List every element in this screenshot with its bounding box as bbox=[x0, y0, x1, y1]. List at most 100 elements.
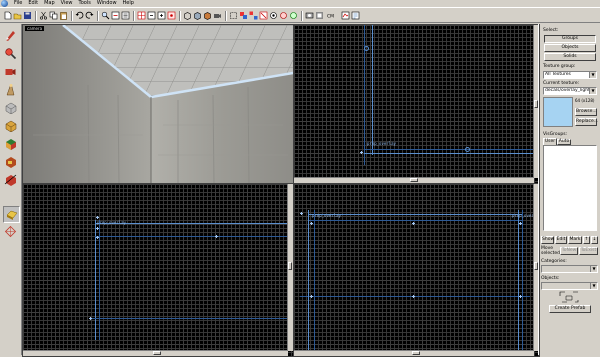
make-hollow-icon[interactable] bbox=[315, 11, 324, 20]
select-by-handles-icon[interactable] bbox=[229, 11, 238, 20]
overlay-tool-icon[interactable] bbox=[3, 206, 20, 223]
move-selected-label: Move selected: bbox=[541, 246, 562, 256]
side-2d-viewport[interactable]: prop_overlay prop_overlay bbox=[293, 183, 540, 357]
hide-selected-icon[interactable] bbox=[269, 11, 278, 20]
grid bbox=[23, 184, 293, 356]
menu-file[interactable]: File bbox=[11, 0, 25, 7]
object-label: prop_overlay bbox=[367, 141, 396, 146]
menu-view[interactable]: View bbox=[58, 0, 76, 7]
chevron-down-icon: ▼ bbox=[589, 88, 596, 94]
toggle-grid-icon[interactable] bbox=[137, 11, 146, 20]
camera-scene bbox=[23, 25, 293, 183]
find-icon[interactable] bbox=[101, 11, 110, 20]
create-prefab-button[interactable]: Create Prefab bbox=[549, 305, 591, 313]
texture-preview bbox=[543, 97, 573, 127]
texture-group-select[interactable]: All Textures ▼ bbox=[543, 71, 597, 79]
objects-label: Objects: bbox=[541, 276, 560, 281]
selection-tool-icon[interactable] bbox=[3, 28, 18, 43]
new-file-icon[interactable] bbox=[3, 11, 12, 20]
horizontal-scrollbar[interactable] bbox=[294, 350, 534, 356]
right-panel: Select: Groups Objects Solids Texture gr… bbox=[538, 24, 600, 355]
cut-icon[interactable] bbox=[39, 11, 48, 20]
object-label: prop_overlay bbox=[97, 220, 126, 225]
larger-grid-icon[interactable] bbox=[157, 11, 166, 20]
decal-tool-icon[interactable] bbox=[3, 154, 18, 169]
prefab-preview-icon bbox=[557, 290, 581, 304]
chevron-down-icon: ▼ bbox=[589, 72, 596, 78]
textured-icon[interactable] bbox=[203, 11, 212, 20]
snap-to-grid-icon[interactable] bbox=[167, 11, 176, 20]
solids-button[interactable]: Solids bbox=[544, 53, 596, 61]
menu-edit[interactable]: Edit bbox=[25, 0, 41, 7]
texture-group-value: All Textures bbox=[545, 72, 571, 77]
hide-unselected-icon[interactable] bbox=[279, 11, 288, 20]
block-tool-icon[interactable] bbox=[3, 100, 18, 115]
move-down-button[interactable]: ↓ bbox=[591, 236, 598, 244]
entity-tool-icon[interactable] bbox=[3, 82, 18, 97]
texture-application-icon[interactable] bbox=[3, 118, 18, 133]
move-up-button[interactable]: ↑ bbox=[583, 236, 590, 244]
overlay-handle[interactable] bbox=[364, 46, 369, 51]
camera-viewport[interactable]: camera bbox=[22, 24, 294, 184]
chevron-down-icon: ▼ bbox=[590, 283, 597, 289]
top-2d-viewport[interactable]: prop_overlay bbox=[293, 24, 540, 184]
browse-button[interactable]: Browse... bbox=[575, 108, 597, 116]
ignore-groups-icon[interactable] bbox=[259, 11, 268, 20]
select-label: Select: bbox=[543, 28, 559, 33]
menu-window[interactable]: Window bbox=[94, 0, 120, 7]
chevron-down-icon: ▼ bbox=[590, 266, 597, 272]
grid bbox=[294, 184, 539, 356]
show-button[interactable]: Show bbox=[541, 236, 554, 244]
menu-tools[interactable]: Tools bbox=[76, 0, 94, 7]
toexist-button[interactable]: ToExist bbox=[579, 247, 598, 255]
vertex-manipulation-icon[interactable] bbox=[3, 224, 18, 239]
hammer-app-icon[interactable] bbox=[1, 0, 8, 7]
paste-icon[interactable] bbox=[59, 11, 68, 20]
current-texture-label: Current texture: bbox=[543, 81, 580, 86]
grid bbox=[294, 25, 539, 183]
tonew-button[interactable]: ToNew bbox=[560, 247, 578, 255]
group-icon[interactable] bbox=[239, 11, 248, 20]
visgroups-list[interactable] bbox=[543, 145, 597, 231]
ungroup-icon[interactable] bbox=[249, 11, 258, 20]
categories-select[interactable]: ▼ bbox=[541, 265, 598, 273]
replace-button[interactable]: Replace... bbox=[575, 118, 598, 126]
camera-view-icon[interactable] bbox=[213, 11, 222, 20]
redo-icon[interactable] bbox=[85, 11, 94, 20]
objects-select[interactable]: ▼ bbox=[541, 282, 598, 290]
svg-text:CM: CM bbox=[327, 13, 334, 19]
edit-button[interactable]: Edit bbox=[555, 236, 567, 244]
copy-icon[interactable] bbox=[49, 11, 58, 20]
horizontal-scrollbar[interactable] bbox=[23, 350, 288, 356]
magnify-tool-icon[interactable] bbox=[3, 46, 18, 61]
apply-current-texture-icon[interactable] bbox=[3, 136, 18, 151]
flat-shaded-icon[interactable] bbox=[193, 11, 202, 20]
current-texture-select[interactable]: decals/overlay_light_p ▼ bbox=[543, 87, 597, 95]
wireframe-icon[interactable] bbox=[183, 11, 192, 20]
menu-map[interactable]: Map bbox=[41, 0, 58, 7]
open-folder-icon[interactable] bbox=[13, 11, 22, 20]
menu-bar: File Edit Map View Tools Window Help bbox=[0, 0, 600, 7]
objects-button[interactable]: Objects bbox=[544, 44, 596, 52]
run-map-icon[interactable] bbox=[341, 11, 350, 20]
visgroups-label: VisGroups: bbox=[543, 132, 568, 137]
menu-help[interactable]: Help bbox=[120, 0, 137, 7]
entity-report-icon[interactable] bbox=[121, 11, 130, 20]
replace-icon[interactable] bbox=[111, 11, 120, 20]
viewport-label: camera bbox=[25, 26, 45, 31]
front-2d-viewport[interactable]: prop_overlay bbox=[22, 183, 294, 357]
camera-tool-icon[interactable] bbox=[3, 64, 18, 79]
map-info-icon[interactable] bbox=[351, 11, 360, 20]
carve-icon[interactable] bbox=[305, 11, 314, 20]
show-all-icon[interactable] bbox=[289, 11, 298, 20]
categories-label: Categories: bbox=[541, 259, 567, 264]
smaller-grid-icon[interactable] bbox=[147, 11, 156, 20]
clipping-tool-icon[interactable] bbox=[3, 172, 18, 187]
mark-button[interactable]: Mark bbox=[568, 236, 582, 244]
tab-user[interactable]: User bbox=[543, 138, 557, 145]
overlay-handle[interactable] bbox=[465, 147, 470, 152]
undo-icon[interactable] bbox=[75, 11, 84, 20]
save-icon[interactable] bbox=[23, 11, 32, 20]
cordon-icon[interactable]: CM bbox=[327, 11, 336, 20]
groups-button[interactable]: Groups bbox=[544, 35, 596, 43]
